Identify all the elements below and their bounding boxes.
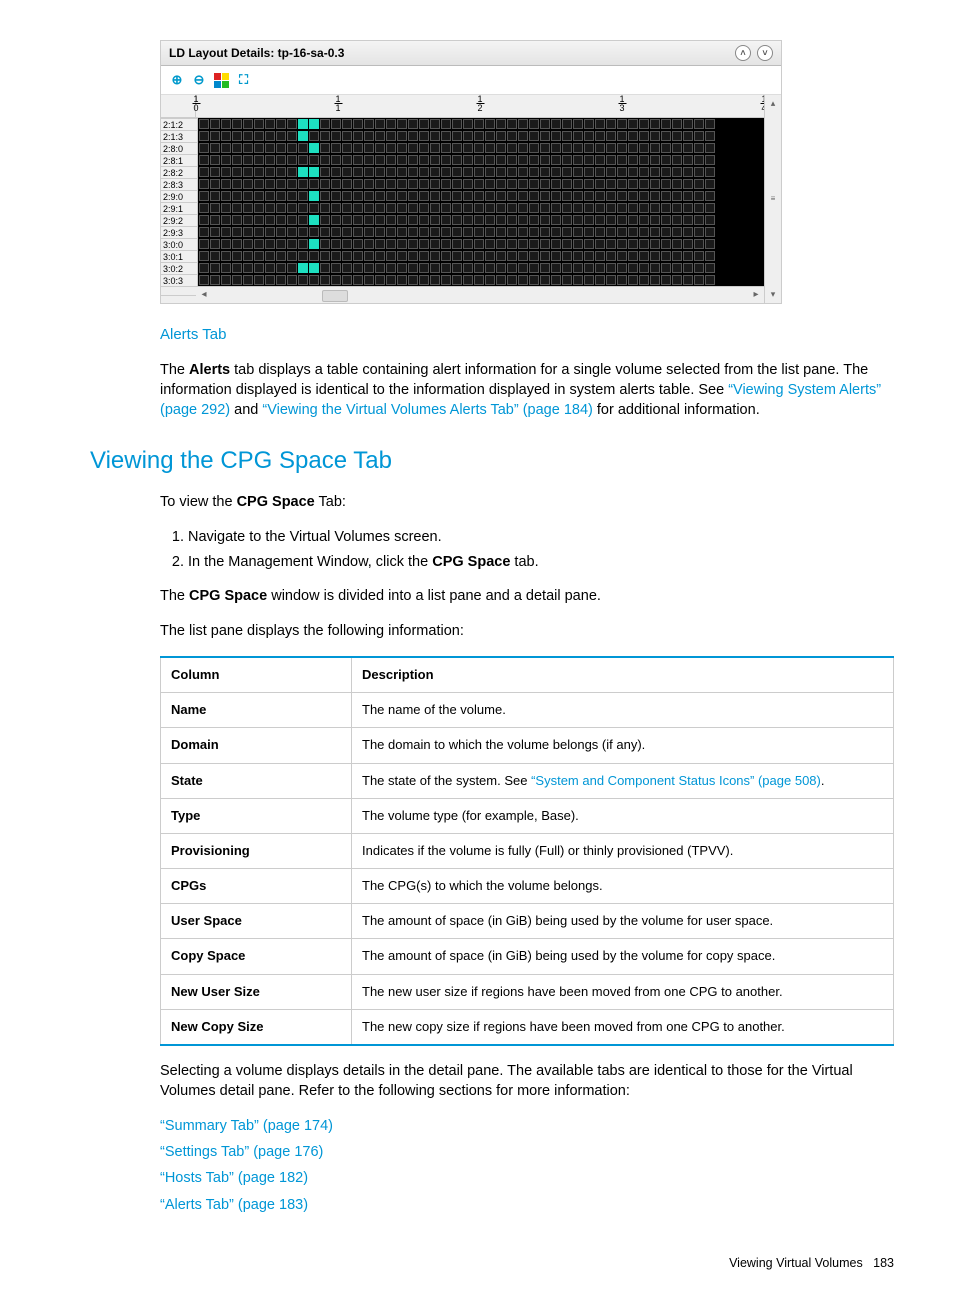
ld-title: LD Layout Details: tp-16-sa-0.3 bbox=[169, 45, 344, 62]
ld-row-label: 2:8:3 bbox=[161, 178, 198, 190]
list-pane-intro: The list pane displays the following inf… bbox=[160, 621, 894, 641]
ruler-mark: 11 bbox=[338, 95, 339, 112]
ld-row: 2:8:3 bbox=[161, 178, 764, 190]
column-description: The CPG(s) to which the volume belongs. bbox=[352, 869, 894, 904]
ld-row: 2:1:3 bbox=[161, 130, 764, 142]
ld-row: 2:9:1 bbox=[161, 202, 764, 214]
column-description: The amount of space (in GiB) being used … bbox=[352, 939, 894, 974]
column-description: The volume type (for example, Base). bbox=[352, 798, 894, 833]
horizontal-scrollbar[interactable]: ◂ ▸ bbox=[161, 286, 764, 303]
vertical-scrollbar[interactable]: ▴≡▾ bbox=[764, 95, 781, 303]
ld-row: 2:9:2 bbox=[161, 214, 764, 226]
ld-row-label: 2:1:3 bbox=[161, 130, 198, 142]
ld-row-label: 2:8:2 bbox=[161, 166, 198, 178]
reference-link[interactable]: “Settings Tab” (page 176) bbox=[160, 1144, 323, 1160]
table-row: New Copy SizeThe new copy size if region… bbox=[161, 1009, 894, 1045]
column-name: Name bbox=[161, 693, 352, 728]
ld-titlebar: LD Layout Details: tp-16-sa-0.3 ˄ ˅ bbox=[161, 41, 781, 66]
color-legend-icon[interactable] bbox=[213, 72, 229, 88]
ruler-mark: 13 bbox=[622, 95, 623, 112]
step-1: Navigate to the Virtual Volumes screen. bbox=[188, 527, 894, 547]
column-name: User Space bbox=[161, 904, 352, 939]
table-row: StateThe state of the system. See “Syste… bbox=[161, 763, 894, 798]
column-name: Copy Space bbox=[161, 939, 352, 974]
ld-row-label: 2:8:0 bbox=[161, 142, 198, 154]
column-name: CPGs bbox=[161, 869, 352, 904]
ld-row: 2:9:3 bbox=[161, 226, 764, 238]
ld-ruler: 10 11 12 13 14 bbox=[161, 95, 764, 118]
ld-row: 3:0:2 bbox=[161, 262, 764, 274]
column-description: The domain to which the volume belongs (… bbox=[352, 728, 894, 763]
table-row: New User SizeThe new user size if region… bbox=[161, 974, 894, 1009]
cpg-columns-table: Column Description NameThe name of the v… bbox=[160, 656, 894, 1046]
table-row: NameThe name of the volume. bbox=[161, 693, 894, 728]
ld-row-label: 3:0:1 bbox=[161, 250, 198, 262]
collapse-up-icon[interactable]: ˄ bbox=[735, 45, 751, 61]
ld-row-label: 3:0:0 bbox=[161, 238, 198, 250]
ruler-mark: 10 bbox=[196, 95, 197, 112]
ld-row-label: 2:9:0 bbox=[161, 190, 198, 202]
step-2: In the Management Window, click the CPG … bbox=[188, 552, 894, 572]
alerts-tab-paragraph: The Alerts tab displays a table containi… bbox=[160, 360, 894, 421]
after-table-paragraph: Selecting a volume displays details in t… bbox=[160, 1061, 894, 1102]
ld-grid: 2:1:22:1:32:8:02:8:12:8:22:8:32:9:02:9:1… bbox=[161, 118, 764, 286]
column-name: New User Size bbox=[161, 974, 352, 1009]
column-name: State bbox=[161, 763, 352, 798]
ld-row: 2:9:0 bbox=[161, 190, 764, 202]
table-row: CPGsThe CPG(s) to which the volume belon… bbox=[161, 869, 894, 904]
table-row: DomainThe domain to which the volume bel… bbox=[161, 728, 894, 763]
reference-link[interactable]: “Hosts Tab” (page 182) bbox=[160, 1170, 308, 1186]
table-row: ProvisioningIndicates if the volume is f… bbox=[161, 833, 894, 868]
th-column: Column bbox=[161, 657, 352, 693]
link-status-icons[interactable]: “System and Component Status Icons” (pag… bbox=[531, 773, 821, 788]
zoom-in-icon[interactable]: ⊕ bbox=[169, 72, 185, 88]
zoom-out-icon[interactable]: ⊖ bbox=[191, 72, 207, 88]
ld-row: 3:0:1 bbox=[161, 250, 764, 262]
ld-row-label: 3:0:3 bbox=[161, 274, 198, 286]
column-name: Domain bbox=[161, 728, 352, 763]
ld-row: 2:8:0 bbox=[161, 142, 764, 154]
cpg-space-heading: Viewing the CPG Space Tab bbox=[90, 444, 894, 478]
cpg-window-desc: The CPG Space window is divided into a l… bbox=[160, 586, 894, 606]
ld-layout-panel: LD Layout Details: tp-16-sa-0.3 ˄ ˅ ⊕ ⊖ … bbox=[160, 40, 782, 304]
column-description: The state of the system. See “System and… bbox=[352, 763, 894, 798]
column-name: Type bbox=[161, 798, 352, 833]
page-footer: Viewing Virtual Volumes 183 bbox=[60, 1255, 894, 1273]
ld-row-label: 2:9:2 bbox=[161, 214, 198, 226]
ld-row: 2:8:2 bbox=[161, 166, 764, 178]
column-description: The new user size if regions have been m… bbox=[352, 974, 894, 1009]
ruler-mark: 14 bbox=[764, 95, 765, 112]
th-description: Description bbox=[352, 657, 894, 693]
ld-row: 3:0:3 bbox=[161, 274, 764, 286]
ld-row: 3:0:0 bbox=[161, 238, 764, 250]
reference-link[interactable]: “Summary Tab” (page 174) bbox=[160, 1118, 333, 1134]
table-row: User SpaceThe amount of space (in GiB) b… bbox=[161, 904, 894, 939]
link-viewing-vv-alerts-tab[interactable]: “Viewing the Virtual Volumes Alerts Tab”… bbox=[262, 402, 592, 418]
ld-row-label: 2:9:1 bbox=[161, 202, 198, 214]
ld-row-label: 3:0:2 bbox=[161, 262, 198, 274]
column-description: The name of the volume. bbox=[352, 693, 894, 728]
ld-row: 2:8:1 bbox=[161, 154, 764, 166]
reference-link[interactable]: “Alerts Tab” (page 183) bbox=[160, 1197, 308, 1213]
ruler-mark: 12 bbox=[480, 95, 481, 112]
cpg-intro: To view the CPG Space Tab: bbox=[160, 492, 894, 512]
column-description: Indicates if the volume is fully (Full) … bbox=[352, 833, 894, 868]
reference-links: “Summary Tab” (page 174) “Settings Tab” (… bbox=[160, 1116, 894, 1215]
table-row: Copy SpaceThe amount of space (in GiB) b… bbox=[161, 939, 894, 974]
column-description: The amount of space (in GiB) being used … bbox=[352, 904, 894, 939]
ld-toolbar: ⊕ ⊖ ⛶ bbox=[161, 66, 781, 95]
ld-row: 2:1:2 bbox=[161, 118, 764, 130]
cpg-steps: Navigate to the Virtual Volumes screen. … bbox=[160, 527, 894, 572]
table-row: TypeThe volume type (for example, Base). bbox=[161, 798, 894, 833]
ld-row-label: 2:8:1 bbox=[161, 154, 198, 166]
ld-row-label: 2:9:3 bbox=[161, 226, 198, 238]
fullscreen-icon[interactable]: ⛶ bbox=[235, 72, 251, 88]
column-name: Provisioning bbox=[161, 833, 352, 868]
column-description: The new copy size if regions have been m… bbox=[352, 1009, 894, 1045]
collapse-down-icon[interactable]: ˅ bbox=[757, 45, 773, 61]
ld-row-label: 2:1:2 bbox=[161, 118, 198, 130]
alerts-tab-heading: Alerts Tab bbox=[160, 324, 894, 345]
column-name: New Copy Size bbox=[161, 1009, 352, 1045]
